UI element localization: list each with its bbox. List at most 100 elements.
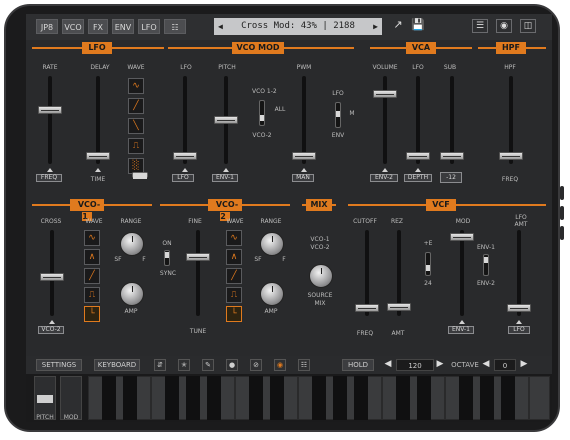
vco1-cross-slider[interactable] [40, 272, 64, 281]
vco1-range-knob[interactable] [120, 232, 144, 256]
vco2-wave-sine[interactable]: ∿ [226, 230, 242, 246]
vca-volume-slider[interactable] [373, 90, 397, 99]
lfo-sync-toggle[interactable] [132, 172, 148, 179]
layout-icon[interactable]: ◫ [520, 19, 536, 33]
vcf-env1-tag[interactable]: ENV-1 [448, 326, 474, 334]
record-dot-icon[interactable]: ◉ [274, 359, 286, 371]
sort-icon[interactable]: ⇵ [154, 359, 166, 371]
vcf-lfo-tag[interactable]: LFO [508, 326, 530, 334]
vca-sub-slider[interactable] [440, 152, 464, 160]
vco1-wave-sine[interactable]: ∿ [84, 230, 100, 246]
vca-lfo-slider[interactable] [406, 152, 430, 160]
vcomod-target-switch[interactable] [259, 100, 265, 126]
tab-env[interactable]: ENV [112, 19, 134, 34]
vco2-wave-saw[interactable]: ╱ [226, 268, 242, 284]
vcomod-env-slider[interactable] [214, 116, 238, 124]
white-key[interactable] [529, 376, 550, 420]
vco2-range-knob[interactable] [260, 232, 284, 256]
vcf-amt-label: AMT [391, 330, 405, 337]
black-key[interactable] [165, 376, 179, 420]
vcf-mod-slider[interactable] [450, 233, 474, 242]
settings-button[interactable]: SETTINGS [36, 359, 82, 371]
black-key[interactable] [312, 376, 326, 420]
vco1-wave-saw[interactable]: ╱ [84, 268, 100, 284]
vcf-rez-slider[interactable] [387, 302, 411, 311]
mix-source-knob[interactable] [309, 264, 333, 288]
lfo-wave-saw[interactable]: ╱ [128, 98, 144, 114]
black-key[interactable] [501, 376, 515, 420]
record-icon[interactable]: ◉ [496, 19, 512, 33]
black-key[interactable] [459, 376, 473, 420]
vcf-slope-switch[interactable] [425, 252, 431, 276]
tab-grid[interactable]: ☷ [164, 19, 186, 34]
hold-button[interactable]: HOLD [342, 359, 374, 371]
vcf-lfoamt-slider[interactable] [507, 304, 531, 313]
pencil-icon[interactable]: ✎ [202, 359, 214, 371]
black-key[interactable] [249, 376, 263, 420]
vco2-header: VCO-2 [208, 199, 242, 221]
lfo-freq-tag[interactable]: FREQ [36, 174, 62, 182]
octave-value[interactable]: 0 [494, 359, 516, 371]
vco2-amp-knob[interactable] [260, 282, 284, 306]
black-key[interactable] [333, 376, 347, 420]
lfo-delay-slider[interactable] [86, 152, 110, 160]
vco1-source-tag[interactable]: VCO-2 [38, 326, 64, 334]
vca-depth-tag[interactable]: DEPTH [404, 174, 432, 182]
vco2-wave-triangle[interactable]: ∧ [226, 249, 242, 265]
vco2-wave-square[interactable]: ⎍ [226, 287, 242, 303]
octave-down-icon[interactable]: ◀ [482, 359, 490, 369]
lfo-wave-ramp[interactable]: ╲ [128, 118, 144, 134]
vcomod-pwm-source-switch[interactable] [335, 102, 341, 128]
tempo-up-icon[interactable]: ▶ [436, 359, 444, 369]
vcomod-lfo-tag[interactable]: LFO [172, 174, 194, 182]
vco1-amp-knob[interactable] [120, 282, 144, 306]
share-icon[interactable]: ↗ [390, 19, 406, 33]
preset-next-icon[interactable]: ▶ [373, 18, 378, 35]
dot-icon[interactable]: ● [226, 359, 238, 371]
black-key[interactable] [186, 376, 200, 420]
black-key[interactable] [480, 376, 494, 420]
vcomod-env-arrow-icon [223, 168, 229, 172]
black-key[interactable] [123, 376, 137, 420]
preset-display[interactable]: ◀ Cross Mod: 43% | 2188 ▶ [214, 18, 382, 35]
preset-prev-icon[interactable]: ◀ [218, 18, 223, 35]
black-key[interactable] [102, 376, 116, 420]
tab-fx[interactable]: FX [88, 19, 108, 34]
black-key[interactable] [207, 376, 221, 420]
black-key[interactable] [354, 376, 368, 420]
vco2-sync-switch[interactable] [164, 250, 170, 266]
vco1-wave-pulse[interactable]: └ [84, 306, 100, 322]
lfo-wave-sine[interactable]: ∿ [128, 78, 144, 94]
keyboard-button[interactable]: KEYBOARD [94, 359, 140, 371]
vcf-cutoff-slider[interactable] [355, 304, 379, 313]
vco2-wave-pulse[interactable]: └ [226, 306, 242, 322]
vco1-wave-triangle[interactable]: ∧ [84, 249, 100, 265]
mixer-icon[interactable]: ☰ [472, 19, 488, 33]
lfo-rate-slider[interactable] [38, 106, 62, 115]
black-key[interactable] [270, 376, 284, 420]
piano-icon[interactable]: ☷ [298, 359, 310, 371]
tab-vco[interactable]: VCO [62, 19, 84, 34]
vcomod-man-tag[interactable]: MAN [292, 174, 314, 182]
bluetooth-icon[interactable]: ✭ [178, 359, 190, 371]
vco1-wave-square[interactable]: ⎍ [84, 287, 100, 303]
vca-env2-tag[interactable]: ENV-2 [370, 174, 398, 182]
hpf-slider[interactable] [499, 152, 523, 160]
vcf-env-select-switch[interactable] [483, 254, 489, 276]
octave-up-icon[interactable]: ▶ [520, 359, 528, 369]
tempo-value[interactable]: 120 [396, 359, 434, 371]
tab-lfo[interactable]: LFO [138, 19, 160, 34]
vca-sub-value[interactable]: -12 [440, 172, 462, 183]
forbid-icon[interactable]: ⊘ [250, 359, 262, 371]
tempo-down-icon[interactable]: ◀ [384, 359, 392, 369]
tab-jp8[interactable]: JP8 [36, 19, 58, 34]
vco2-fine-slider[interactable] [186, 253, 210, 262]
vcomod-lfo-slider[interactable] [173, 152, 197, 160]
black-key[interactable] [396, 376, 410, 420]
mix-vco1-label: VCO-1 [310, 236, 330, 243]
vcomod-env1-tag[interactable]: ENV-1 [212, 174, 238, 182]
vcomod-pwm-slider[interactable] [292, 152, 316, 160]
black-key[interactable] [417, 376, 431, 420]
lfo-wave-square[interactable]: ⎍ [128, 138, 144, 154]
save-icon[interactable]: 💾 [410, 19, 426, 33]
